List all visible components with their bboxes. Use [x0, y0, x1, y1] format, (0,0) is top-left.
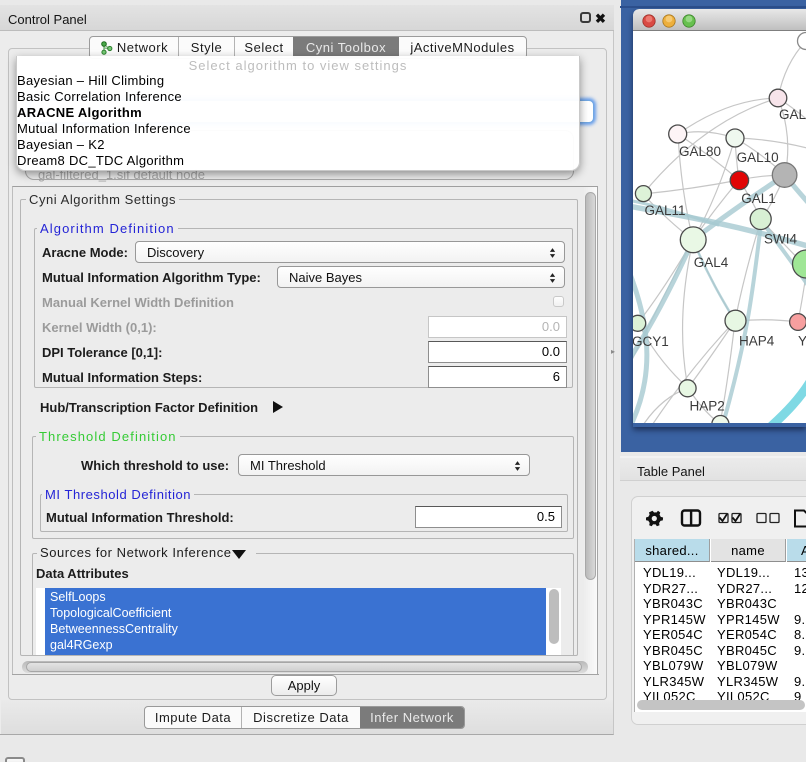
svg-text:HAP4: HAP4: [739, 334, 775, 349]
svg-text:GAL4: GAL4: [694, 255, 729, 270]
svg-text:SWI4: SWI4: [764, 232, 797, 247]
svg-text:GAL7: GAL7: [779, 107, 806, 122]
svg-text:Y: Y: [798, 334, 806, 349]
svg-text:GAL11: GAL11: [645, 203, 686, 218]
svg-text:GAL10: GAL10: [737, 150, 779, 165]
svg-text:GCY1: GCY1: [633, 334, 669, 349]
svg-text:HAP2: HAP2: [690, 399, 725, 414]
svg-text:GAL80: GAL80: [679, 144, 721, 159]
svg-text:GAL1: GAL1: [741, 191, 776, 206]
